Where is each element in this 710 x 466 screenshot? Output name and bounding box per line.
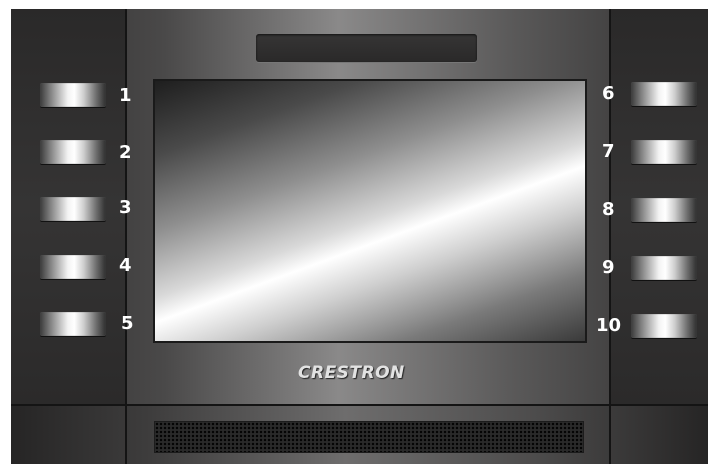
hard-button-2[interactable] xyxy=(40,140,106,164)
hard-button-4[interactable] xyxy=(40,255,106,279)
left-divider xyxy=(125,9,127,464)
hard-button-1[interactable] xyxy=(40,83,106,107)
button-label-4: 4 xyxy=(119,255,132,276)
hard-button-7[interactable] xyxy=(631,140,697,164)
bottom-divider xyxy=(11,404,708,406)
button-label-9: 9 xyxy=(602,257,615,278)
hard-button-9[interactable] xyxy=(631,256,697,280)
button-label-2: 2 xyxy=(119,142,132,163)
button-label-1: 1 xyxy=(119,85,132,106)
button-label-6: 6 xyxy=(602,83,615,104)
lcd-touch-screen[interactable] xyxy=(153,79,587,343)
hard-button-10[interactable] xyxy=(631,314,697,338)
hard-button-5[interactable] xyxy=(40,312,106,336)
touch-panel-device: CRESTRON 1 2 3 4 5 6 7 8 9 10 xyxy=(11,9,708,464)
speaker-grille xyxy=(154,421,584,453)
button-label-5: 5 xyxy=(121,313,134,334)
button-label-10: 10 xyxy=(596,315,622,336)
right-divider xyxy=(609,9,611,464)
brand-logo: CRESTRON xyxy=(298,363,405,383)
ir-sensor-window xyxy=(256,34,477,62)
button-label-3: 3 xyxy=(119,197,132,218)
hard-button-3[interactable] xyxy=(40,197,106,221)
hard-button-8[interactable] xyxy=(631,198,697,222)
button-label-7: 7 xyxy=(602,141,615,162)
hard-button-6[interactable] xyxy=(631,82,697,106)
button-label-8: 8 xyxy=(602,199,615,220)
